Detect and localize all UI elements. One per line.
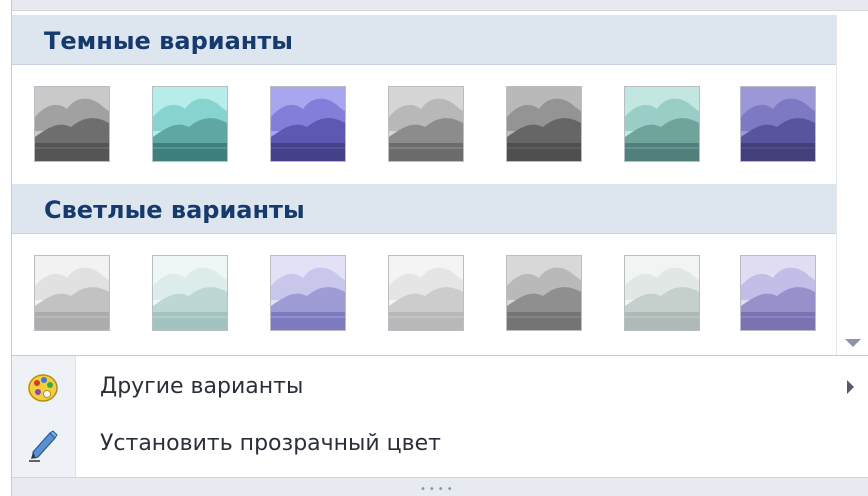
scroll-down-arrow-icon[interactable] <box>845 339 861 347</box>
resize-grip-bar[interactable]: •••• <box>12 477 868 496</box>
light-swatch-6[interactable] <box>624 255 700 331</box>
light-swatch-7[interactable] <box>740 255 816 331</box>
light-variants-row <box>12 235 836 348</box>
dark-variants-row <box>12 66 836 179</box>
dark-swatch-7[interactable] <box>740 86 816 162</box>
light-swatch-2[interactable] <box>152 255 228 331</box>
light-swatch-5[interactable] <box>506 255 582 331</box>
light-swatch-4[interactable] <box>388 255 464 331</box>
recolor-dropdown-menu: Темные варианты Светлые варианты Другие … <box>12 10 868 496</box>
submenu-arrow-icon <box>847 380 854 394</box>
gallery-scrollbar[interactable] <box>836 15 868 355</box>
dark-swatch-1[interactable] <box>34 86 110 162</box>
light-swatch-3[interactable] <box>270 255 346 331</box>
resize-grip-icon[interactable]: •••• <box>420 485 456 495</box>
dark-swatch-4[interactable] <box>388 86 464 162</box>
color-palette-icon <box>26 371 60 405</box>
more-variants-menu-item[interactable]: Другие варианты <box>12 359 868 415</box>
light-swatch-1[interactable] <box>34 255 110 331</box>
top-strip <box>0 0 868 10</box>
dark-swatch-6[interactable] <box>624 86 700 162</box>
menu-divider <box>12 355 868 356</box>
dark-swatch-2[interactable] <box>152 86 228 162</box>
light-variants-header: Светлые варианты <box>12 184 836 234</box>
set-transparent-color-label: Установить прозрачный цвет <box>100 431 441 456</box>
set-transparent-color-menu-item[interactable]: Установить прозрачный цвет <box>12 416 868 472</box>
more-variants-label: Другие варианты <box>100 374 304 399</box>
dark-variants-header: Темные варианты <box>12 15 836 65</box>
left-strip <box>0 0 12 496</box>
dark-swatch-3[interactable] <box>270 86 346 162</box>
dark-swatch-5[interactable] <box>506 86 582 162</box>
pen-icon <box>26 428 60 462</box>
